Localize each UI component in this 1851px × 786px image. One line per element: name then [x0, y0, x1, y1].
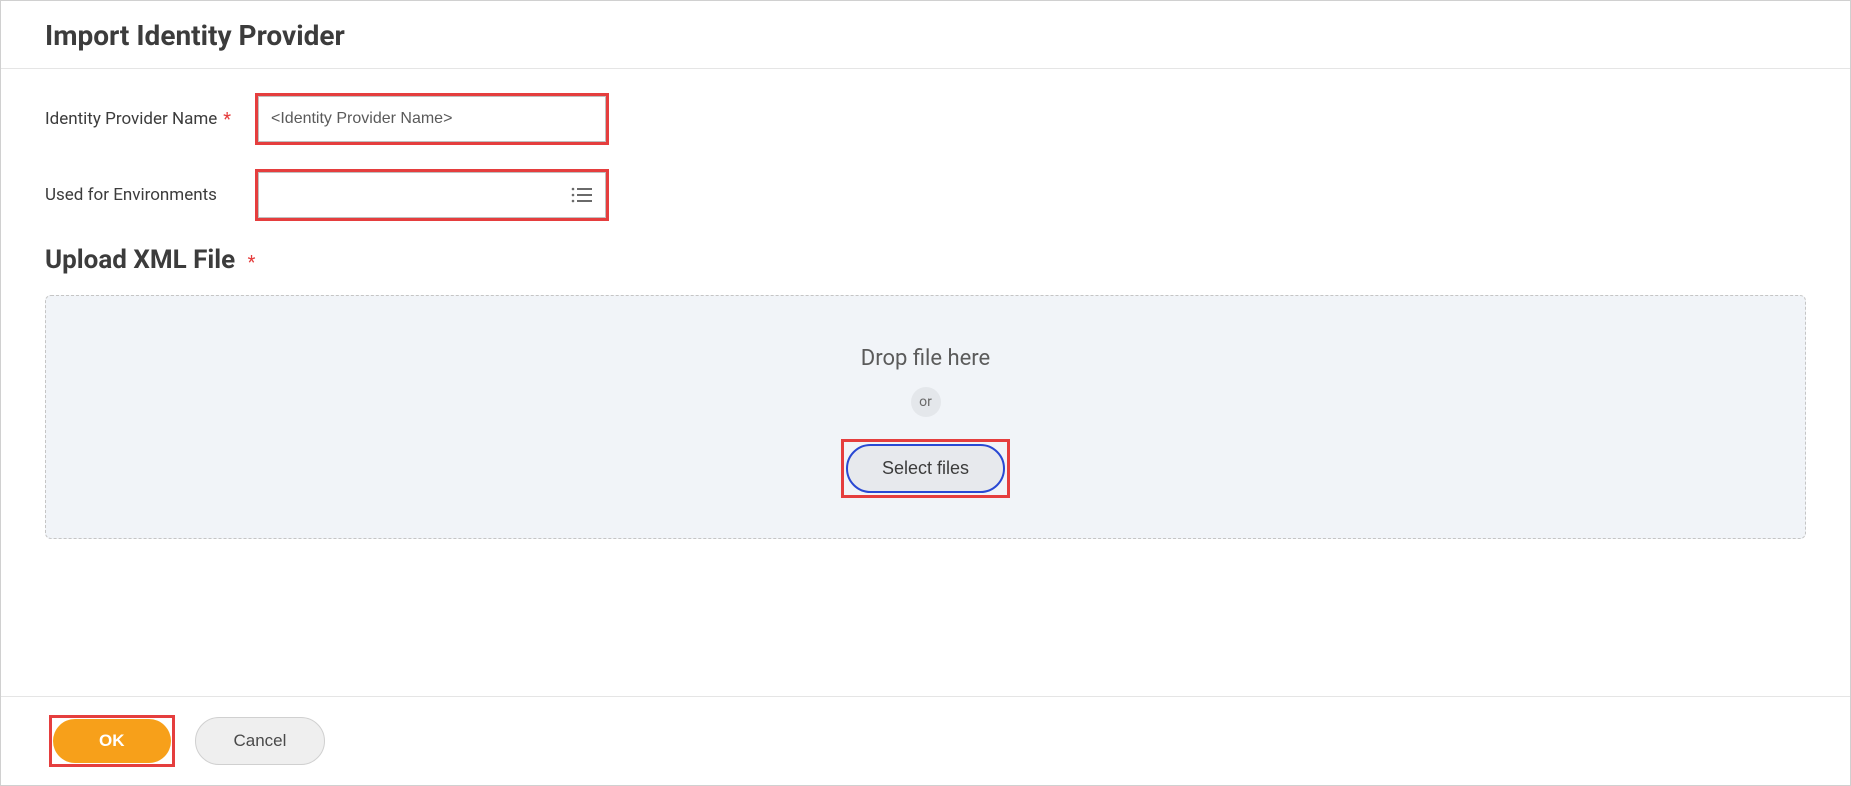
ok-button[interactable]: OK [53, 719, 171, 763]
identity-provider-name-label-text: Identity Provider Name [45, 109, 217, 129]
used-for-environments-label-text: Used for Environments [45, 185, 217, 205]
identity-provider-name-label: Identity Provider Name * [45, 109, 255, 130]
drop-file-here-text: Drop file here [861, 346, 990, 371]
used-for-environments-label: Used for Environments [45, 185, 255, 205]
form-content: Identity Provider Name * Used for Enviro… [1, 69, 1850, 563]
upload-xml-title-text: Upload XML File [45, 245, 235, 275]
used-for-environments-row: Used for Environments [45, 169, 1806, 221]
ok-button-highlight: OK [49, 715, 175, 767]
file-dropzone[interactable]: Drop file here or Select files [45, 295, 1806, 539]
identity-provider-name-input[interactable] [258, 96, 606, 142]
used-for-environments-select[interactable] [258, 172, 606, 218]
page-header: Import Identity Provider [1, 1, 1850, 69]
upload-xml-section-title: Upload XML File * [45, 245, 1806, 275]
identity-provider-name-row: Identity Provider Name * [45, 93, 1806, 145]
or-divider-badge: or [911, 387, 941, 417]
page-title: Import Identity Provider [45, 19, 1806, 52]
cancel-button[interactable]: Cancel [195, 717, 326, 765]
used-for-environments-highlight [255, 169, 609, 221]
required-asterisk: * [248, 252, 256, 273]
identity-provider-name-highlight [255, 93, 609, 145]
select-files-highlight: Select files [841, 439, 1010, 498]
select-files-button[interactable]: Select files [846, 444, 1005, 493]
dialog-footer: OK Cancel [1, 696, 1850, 785]
list-icon [571, 186, 593, 204]
required-asterisk: * [223, 109, 231, 130]
